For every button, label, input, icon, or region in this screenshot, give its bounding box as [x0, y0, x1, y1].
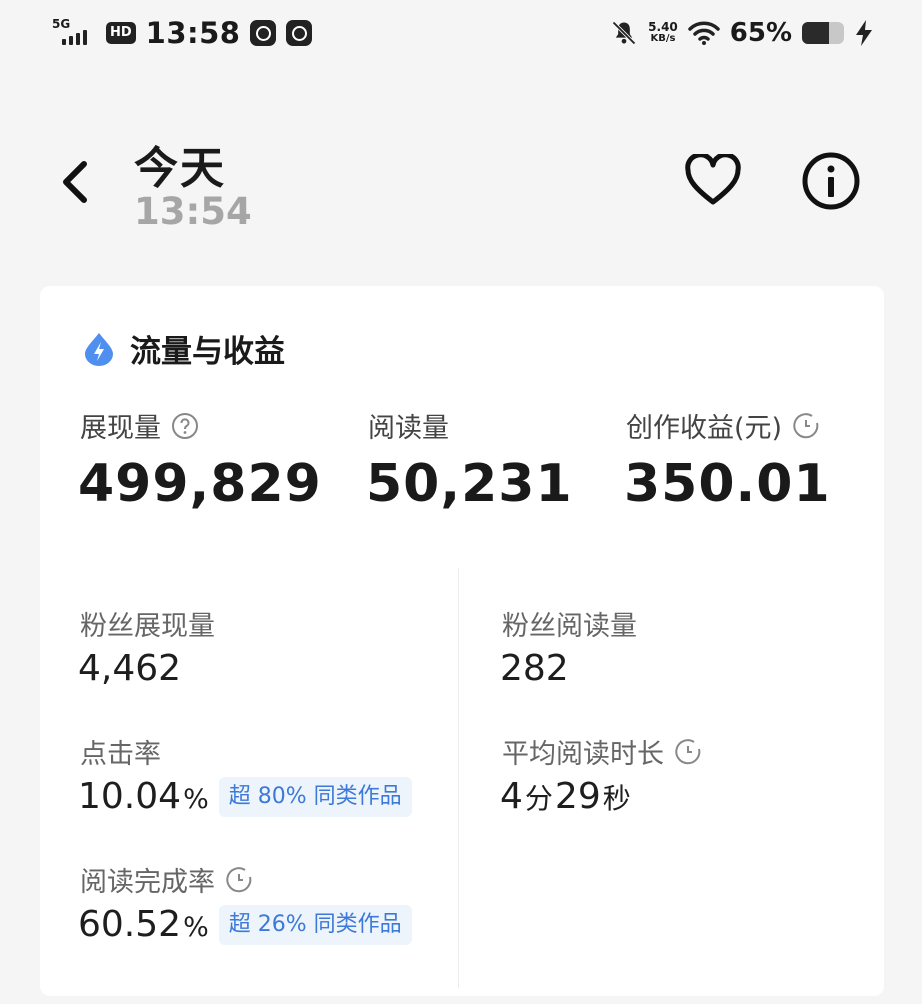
column-divider	[458, 568, 459, 988]
avg-read-time-label: 平均阅读时长	[502, 732, 702, 771]
ctr-value: 10.04% 超 80% 同类作品	[78, 776, 412, 817]
info-icon[interactable]	[800, 150, 862, 212]
question-icon[interactable]	[171, 412, 199, 440]
chevron-left-icon[interactable]	[58, 158, 94, 206]
charging-icon	[856, 20, 872, 46]
ctr-label: 点击率	[80, 739, 161, 770]
clock-icon[interactable]	[225, 866, 253, 894]
lightning-drop-icon	[85, 332, 113, 366]
page-title: 今天	[134, 143, 226, 194]
fan-reads-value: 282	[500, 648, 569, 689]
revenue-label: 创作收益(元)	[626, 406, 820, 445]
page-subtitle: 13:54	[134, 190, 252, 233]
ctr-badge: 超 80% 同类作品	[218, 776, 412, 817]
completion-badge: 超 26% 同类作品	[218, 904, 412, 945]
battery-percent: 65%	[729, 18, 792, 48]
signal-icon: 5G	[52, 17, 96, 49]
impressions-label: 展现量	[80, 406, 199, 445]
completion-value: 60.52% 超 26% 同类作品	[78, 904, 412, 945]
status-bar: 5G HD 13:58 5.40 KB/s 65%	[0, 0, 922, 72]
page-header: 今天 13:54	[0, 120, 922, 260]
revenue-value: 350.01	[624, 454, 831, 514]
hd-badge: HD	[106, 22, 136, 44]
avg-read-time-value: 4 分 29 秒	[500, 776, 631, 817]
clock-icon[interactable]	[792, 412, 820, 440]
reads-label: 阅读量	[368, 413, 449, 444]
status-time: 13:58	[145, 16, 241, 50]
heart-icon[interactable]	[684, 154, 742, 208]
impressions-value: 499,829	[78, 454, 322, 514]
completion-label: 阅读完成率	[80, 860, 253, 899]
app-notification-icon	[286, 20, 313, 46]
battery-icon	[802, 22, 844, 44]
traffic-revenue-card: 流量与收益 展现量 499,829 阅读量 50,231 创作收益(元) 350…	[40, 286, 884, 996]
network-speed: 5.40 KB/s	[648, 20, 678, 44]
section-title: 流量与收益	[82, 326, 285, 371]
app-notification-icon	[250, 20, 277, 46]
fan-impressions-value: 4,462	[78, 648, 182, 689]
reads-value: 50,231	[366, 454, 573, 514]
wifi-icon	[688, 21, 720, 45]
mute-bell-icon	[612, 21, 636, 45]
clock-icon[interactable]	[674, 738, 702, 766]
fan-impressions-label: 粉丝展现量	[80, 611, 215, 642]
fan-reads-label: 粉丝阅读量	[502, 611, 637, 642]
